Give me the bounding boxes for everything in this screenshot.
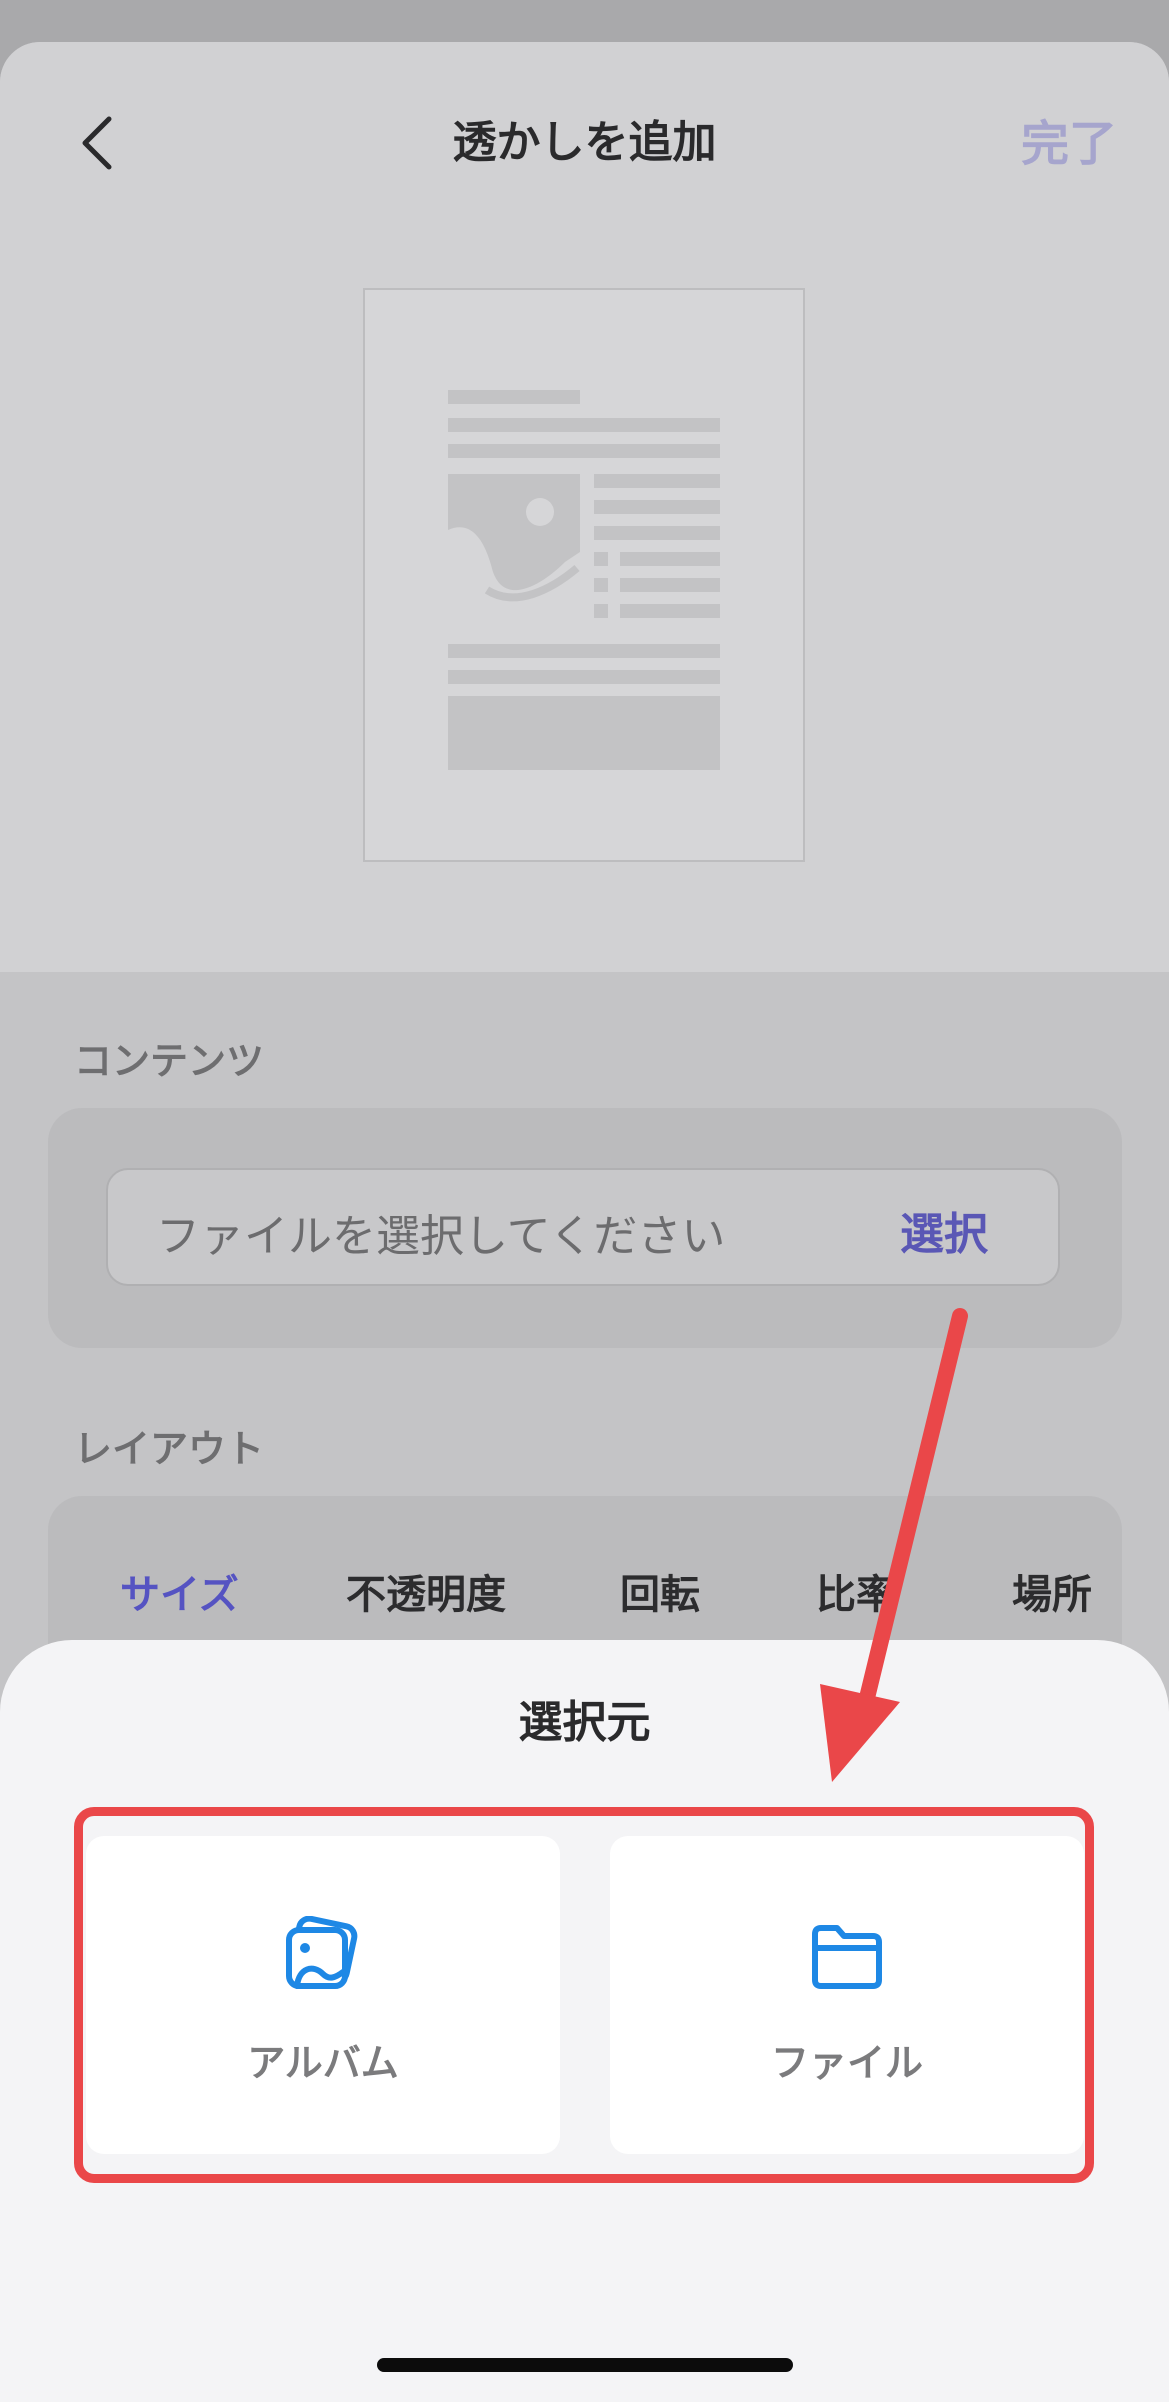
home-indicator [377,2358,793,2372]
annotation-arrow [820,1308,968,1782]
